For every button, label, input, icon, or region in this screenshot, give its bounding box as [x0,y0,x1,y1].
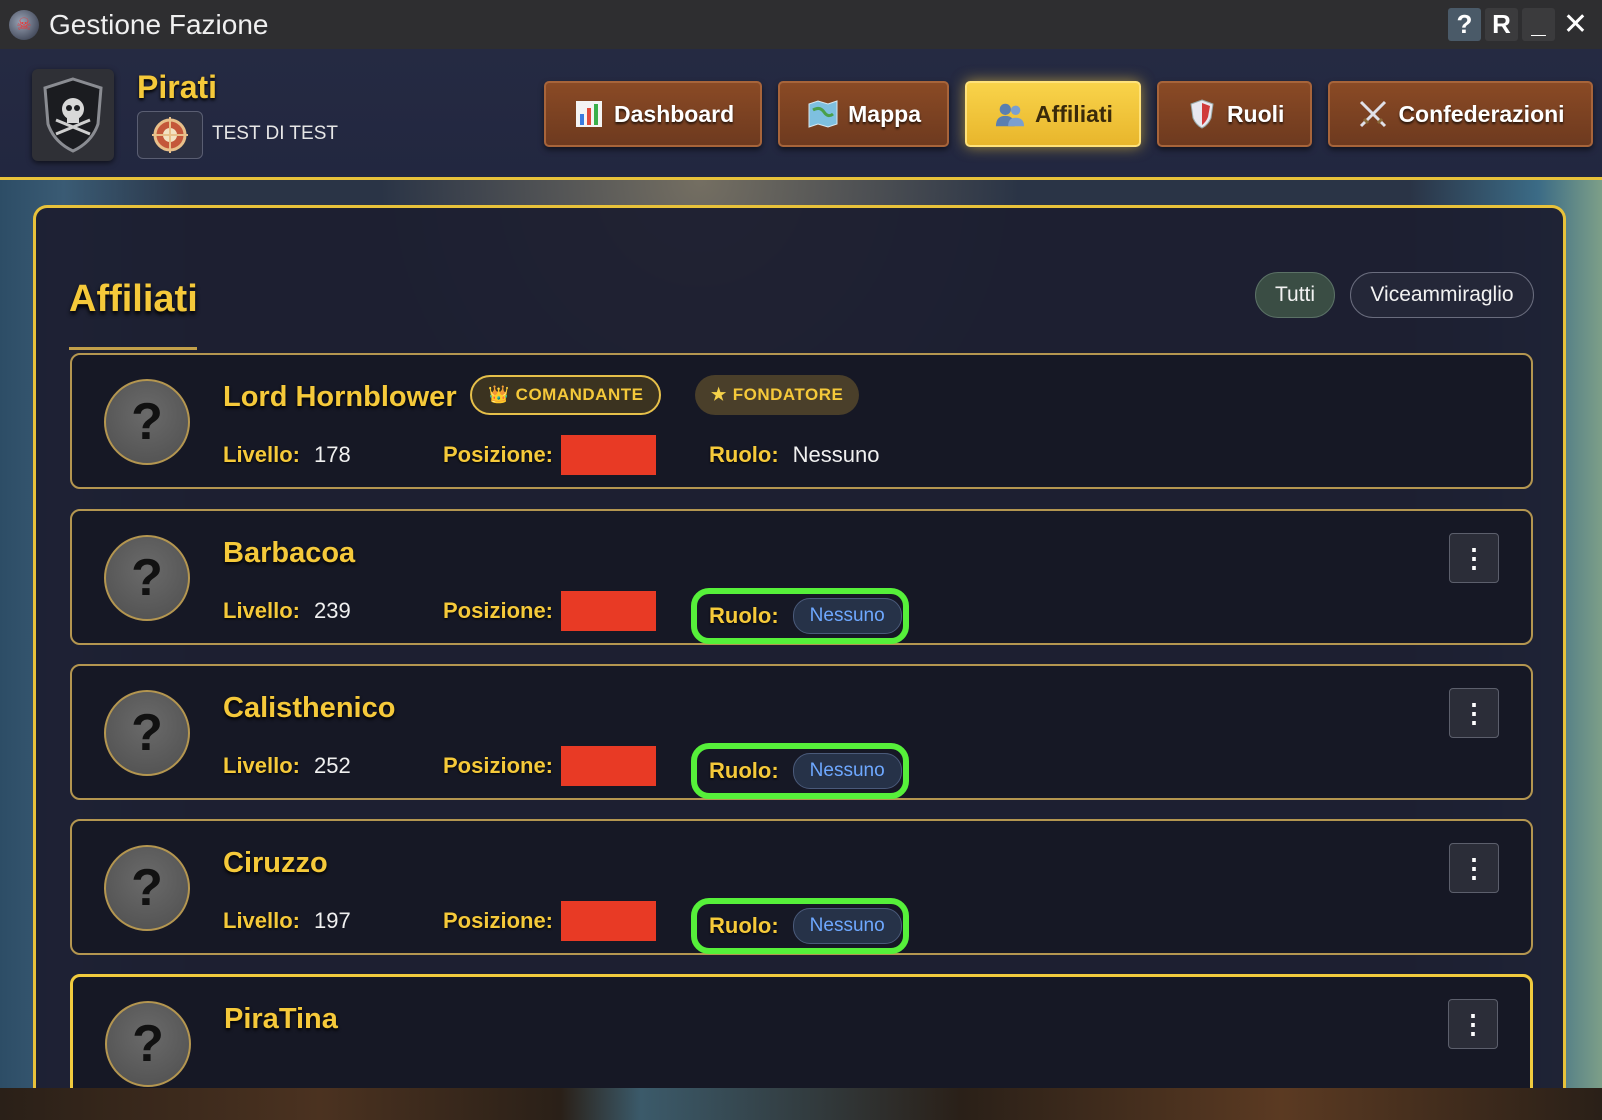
avatar-placeholder: ? [105,1001,191,1087]
faction-emblem-icon [137,111,203,159]
member-position: Posizione: [443,435,657,475]
member-card: ? Lord Hornblower 👑 COMANDANTE ★ FONDATO… [70,353,1533,489]
page-title: Affiliati [69,278,198,320]
skull-app-icon: ☠ [9,9,39,40]
faction-name: Pirati [137,69,218,105]
member-name: Barbacoa [223,537,356,569]
nav-dashboard-button[interactable]: Dashboard [544,81,763,147]
help-button[interactable]: ? [1448,8,1481,41]
position-redacted-box [561,901,657,941]
role-select-pill[interactable]: Nessuno [792,598,902,634]
position-label: Posizione: [443,753,554,778]
member-level: Livello: 178 [223,435,351,475]
nav-confederazioni-label: Confederazioni [1398,100,1565,127]
nav-affiliati-label: Affiliati [1034,100,1113,127]
kebab-menu-button[interactable]: ⋮ [1449,533,1499,583]
main-nav: Dashboard Mappa Affiliati Ruoli Confeder… [544,81,1593,147]
shield-icon [1187,99,1217,129]
member-card: ? PiraTina ⋮ [70,974,1533,1088]
member-card: ? Barbacoa ⋮ Livello: 239 Posizione: Ruo… [70,509,1533,645]
member-card: ? Ciruzzo ⋮ Livello: 197 Posizione: Ruol… [70,819,1533,955]
fondatore-badge: ★ FONDATORE [695,375,860,415]
window-title: Gestione Fazione [49,8,269,40]
position-label: Posizione: [443,908,554,933]
title-underline [69,347,197,350]
faction-subtitle: TEST DI TEST [212,123,338,144]
level-label: Livello: [223,753,301,778]
crown-icon: 👑 [488,385,510,404]
avatar-placeholder: ? [104,690,190,776]
level-value: 239 [314,598,351,623]
crossed-swords-icon [1358,99,1388,129]
badge-label: COMANDANTE [515,385,644,404]
map-icon [808,99,838,129]
window-controls: ? R _ ✕ [1448,8,1592,41]
nav-ruoli-button[interactable]: Ruoli [1156,81,1313,147]
close-button[interactable]: ✕ [1559,8,1592,41]
position-label: Posizione: [443,598,554,623]
role-highlight: Ruolo: Nessuno [691,898,909,954]
avatar-placeholder: ? [104,379,190,465]
member-name: Lord Hornblower [223,381,457,413]
nav-dashboard-label: Dashboard [614,100,735,127]
filter-viceammiraglio-button[interactable]: Viceammiraglio [1350,272,1534,318]
window-titlebar: ☠ Gestione Fazione ? R _ ✕ [0,0,1602,49]
bottom-decor-strip [0,1088,1602,1120]
level-value: 197 [314,908,351,933]
level-value: 178 [314,442,351,467]
affiliati-panel: Affiliati Tutti Viceammiraglio ? Lord Ho… [33,205,1566,1088]
member-level: Livello: 252 [223,746,351,786]
position-redacted-box [561,591,657,631]
position-redacted-box [561,435,657,475]
member-card: ? Calisthenico ⋮ Livello: 252 Posizione:… [70,664,1533,800]
nav-ruoli-label: Ruoli [1226,100,1285,127]
member-name: PiraTina [224,1003,338,1035]
role-label: Ruolo: [709,603,779,628]
kebab-menu-button[interactable]: ⋮ [1449,688,1499,738]
star-icon: ★ [711,385,727,404]
users-icon [995,99,1025,129]
role-label: Ruolo: [709,758,779,783]
comandante-badge: 👑 COMANDANTE [470,375,662,415]
filter-tutti-button[interactable]: Tutti [1255,272,1335,318]
reload-button[interactable]: R [1485,8,1518,41]
level-label: Livello: [223,598,301,623]
member-level: Livello: 197 [223,901,351,941]
member-position: Posizione: [443,746,657,786]
minimize-button[interactable]: _ [1522,8,1555,41]
member-position: Posizione: [443,591,657,631]
role-value: Nessuno [792,442,880,467]
kebab-menu-button[interactable]: ⋮ [1449,843,1499,893]
level-label: Livello: [223,442,301,467]
avatar-placeholder: ? [104,535,190,621]
level-label: Livello: [223,908,301,933]
member-name: Calisthenico [223,692,396,724]
member-level: Livello: 239 [223,591,351,631]
nav-mappa-label: Mappa [848,100,921,127]
nav-mappa-button[interactable]: Mappa [778,81,949,147]
level-value: 252 [314,753,351,778]
member-position: Posizione: [443,901,657,941]
bar-chart-icon [574,99,604,129]
kebab-menu-button[interactable]: ⋮ [1448,999,1498,1049]
role-highlight: Ruolo: Nessuno [691,588,909,644]
skull-shield-crest-icon [32,69,114,161]
avatar-placeholder: ? [104,845,190,931]
nav-affiliati-button[interactable]: Affiliati [964,81,1141,147]
position-redacted-box [561,746,657,786]
role-label: Ruolo: [709,913,779,938]
role-highlight: Ruolo: Nessuno [691,743,909,799]
badge-label: FONDATORE [732,385,844,404]
member-role: Ruolo: Nessuno [709,435,880,475]
faction-header: Pirati TEST DI TEST Dashboard Mappa Affi… [0,49,1602,180]
role-select-pill[interactable]: Nessuno [792,753,902,789]
nav-confederazioni-button[interactable]: Confederazioni [1328,81,1593,147]
role-select-pill[interactable]: Nessuno [792,908,902,944]
position-label: Posizione: [443,442,554,467]
member-name: Ciruzzo [223,847,328,879]
role-label: Ruolo: [709,442,779,467]
